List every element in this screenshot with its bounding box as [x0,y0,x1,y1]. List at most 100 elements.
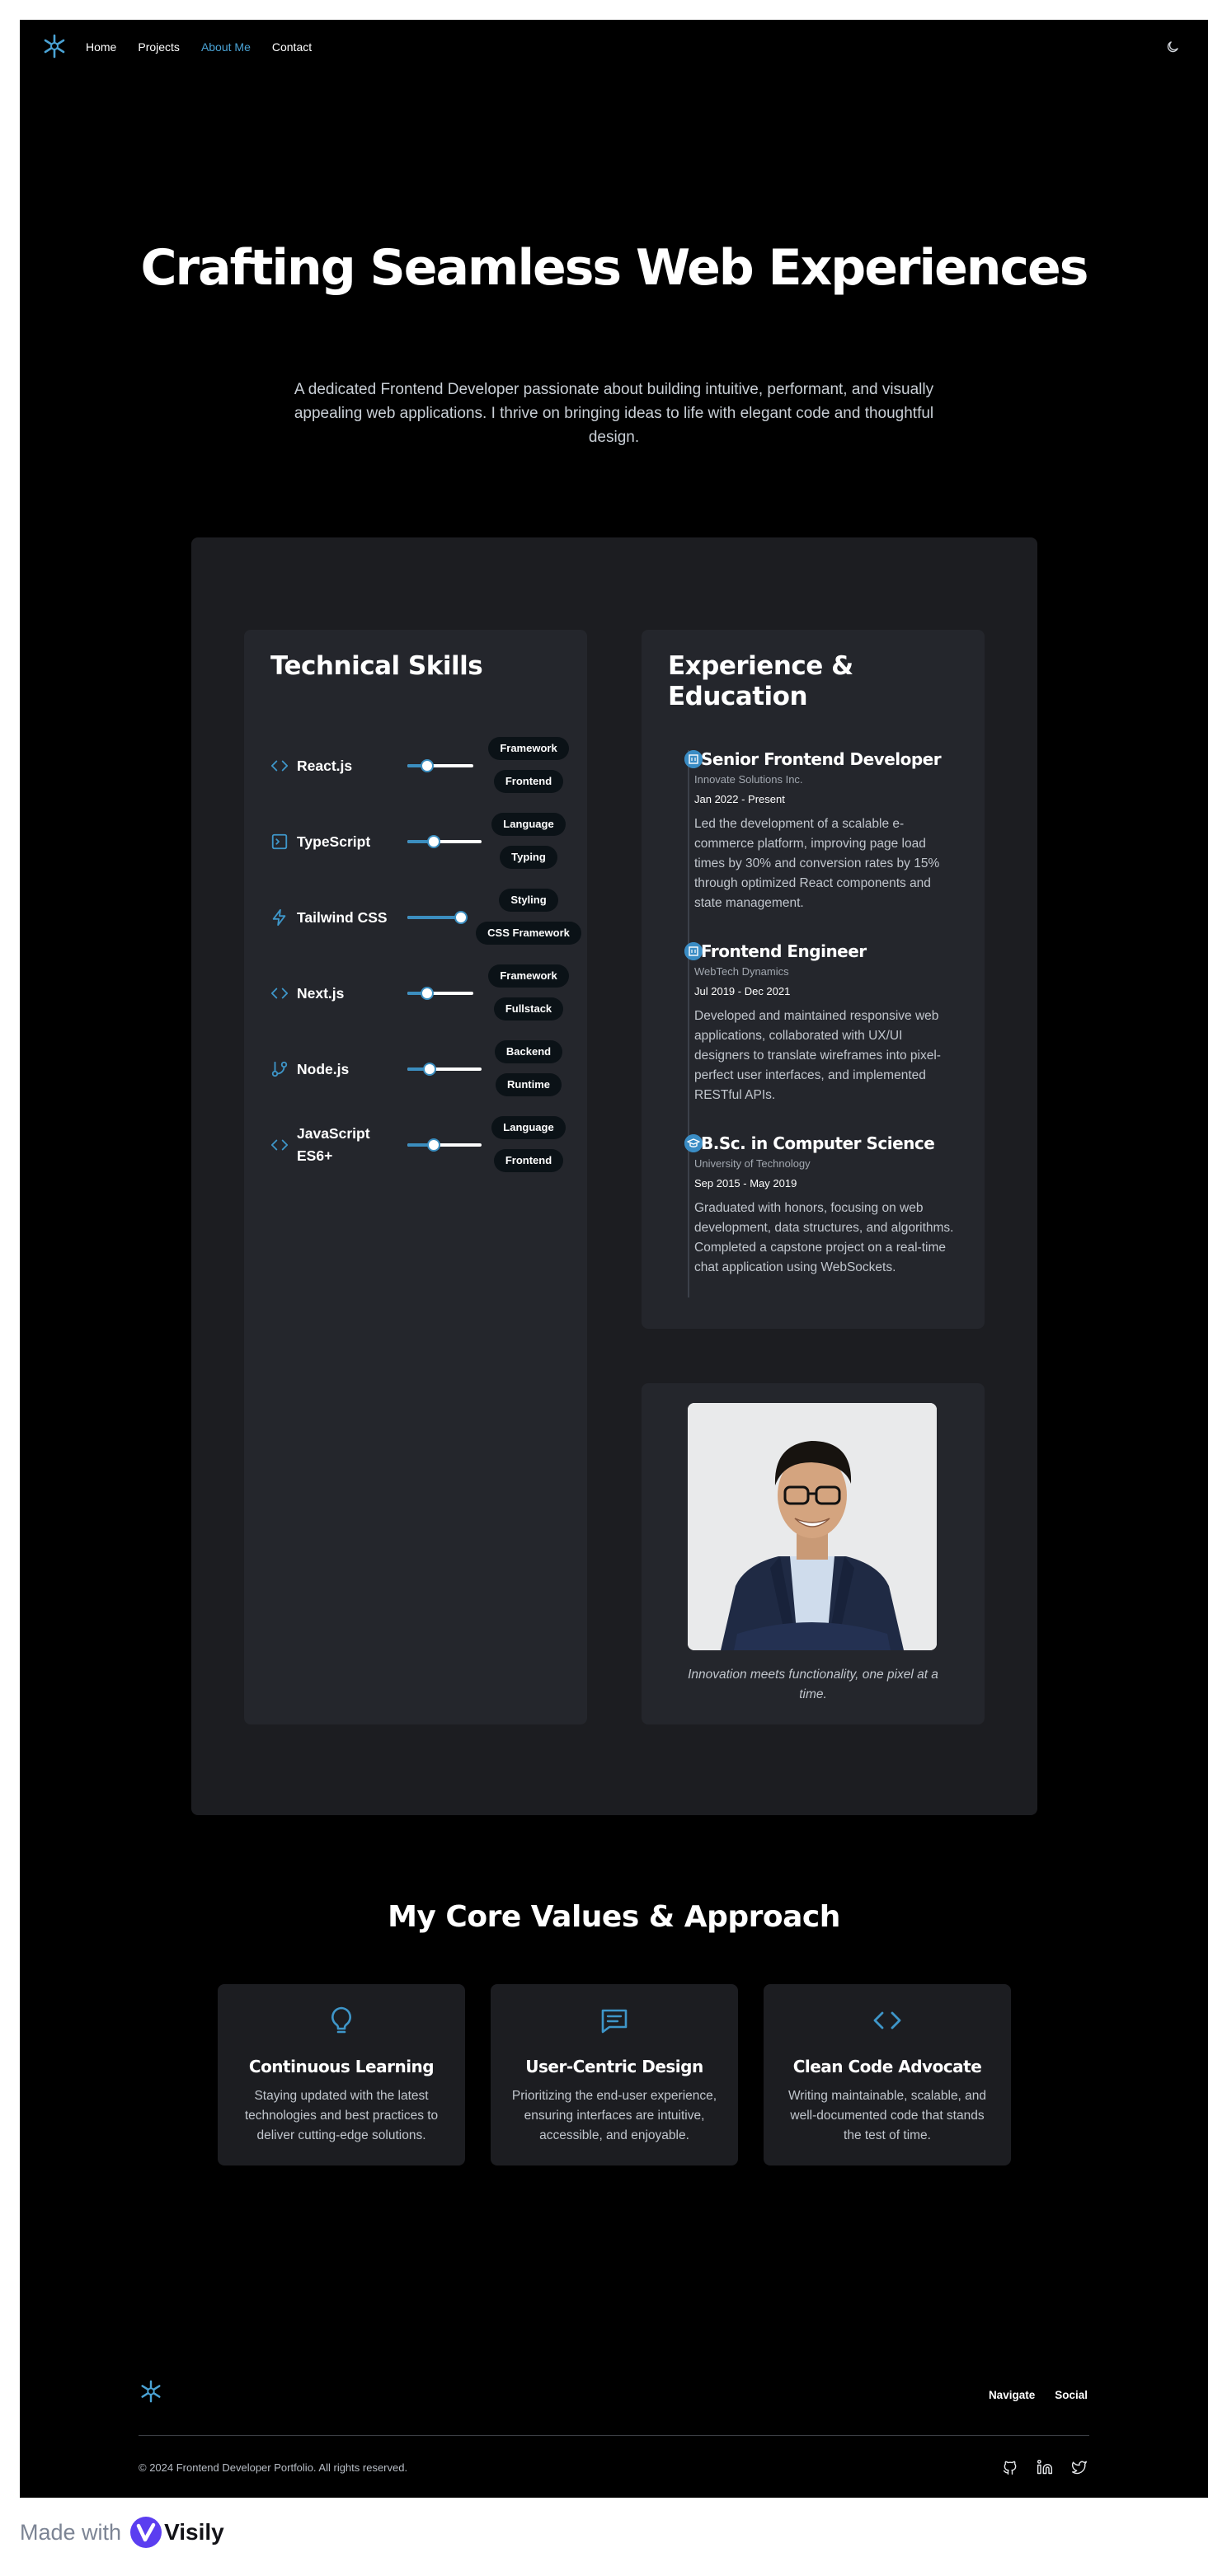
code-icon [873,2011,901,2029]
skill-row: TypeScript Language Typing [270,813,567,870]
values-title: My Core Values & Approach [388,1900,840,1934]
footer-link-navigate[interactable]: Navigate [989,2389,1035,2401]
made-with-badge[interactable]: Made with Visily [20,2516,224,2549]
top-nav: Home Projects About Me Contact [20,20,1208,74]
code-icon [270,757,289,775]
entry-title: Senior Frontend Developer [701,749,942,769]
footer-asterisk-logo-icon[interactable] [139,2379,163,2404]
building-icon [684,750,703,768]
lightbulb-icon [331,2006,351,2034]
profile-caption: Innovation meets functionality, one pixe… [688,1668,938,1701]
made-with-text: Made with [20,2519,122,2545]
slider-fill [407,916,461,919]
building-icon [684,942,703,960]
moon-icon[interactable] [1165,40,1180,54]
skill-tag: Frontend [493,1149,564,1172]
entry-description: Graduated with honors, focusing on web d… [694,1201,954,1274]
hero-subtitle: A dedicated Frontend Developer passionat… [294,381,934,446]
skill-level-slider[interactable] [407,1063,482,1076]
skill-name: TypeScript [297,833,371,850]
slider-knob[interactable] [426,1138,440,1152]
skill-tags: Backend Runtime [483,1040,574,1096]
entry-title: Frontend Engineer [701,941,867,961]
entry-date: Jan 2022 - Present [694,793,785,805]
terminal-icon [270,833,289,851]
timeline-line [688,750,689,1297]
visily-brand: Visily [164,2519,224,2545]
skill-tag: Fullstack [493,997,564,1021]
skill-name: Tailwind CSS [297,908,388,926]
footer-link-social[interactable]: Social [1055,2389,1088,2401]
slider-knob[interactable] [423,1063,436,1076]
skill-tag: Language [491,1116,566,1139]
code-icon [270,984,289,1002]
technical-skills-card: Technical Skills React.js Framework Fronte… [244,630,587,1724]
skill-level-slider[interactable] [407,911,468,924]
skill-tag: Backend [494,1040,563,1063]
value-description: Staying updated with the latest technolo… [244,2089,439,2142]
skill-tag: Styling [499,889,558,912]
skill-row: Tailwind CSS Styling CSS Framework [270,889,581,946]
slider-knob[interactable] [421,987,434,1000]
skill-level-slider[interactable] [407,1138,482,1152]
entry-organization: Innovate Solutions Inc. [694,773,803,786]
nav-link-home[interactable]: Home [86,40,116,54]
profile-photo [688,1403,937,1650]
entry-description: Developed and maintained responsive web … [694,1009,941,1102]
skill-level-slider[interactable] [407,835,482,848]
skill-tag: Framework [488,737,569,760]
slider-knob[interactable] [454,911,468,924]
visily-logo-icon [130,2517,162,2548]
skill-tag: Framework [488,964,569,988]
entry-title: B.Sc. in Computer Science [701,1133,935,1153]
nav-link-about-me[interactable]: About Me [201,40,251,54]
skill-level-slider[interactable] [407,987,473,1000]
nav-link-projects[interactable]: Projects [138,40,180,54]
profile-photo-card: Innovation meets functionality, one pixe… [642,1383,985,1724]
linkedin-icon[interactable] [1037,2459,1053,2475]
skill-row: Node.js Backend Runtime [270,1040,567,1098]
skill-name: Next.js [297,984,345,1002]
skill-level-slider[interactable] [407,759,473,772]
message-icon [601,2009,628,2034]
value-card-clean-code-advocate: Clean Code Advocate Writing maintainable… [764,1984,1011,2165]
entry-organization: University of Technology [694,1157,811,1170]
skill-name: Node.js [297,1060,350,1077]
slider-knob[interactable] [426,835,440,848]
skill-tag: Frontend [493,770,564,793]
skill-tags: Styling CSS Framework [476,889,581,945]
twitter-icon[interactable] [1071,2459,1088,2475]
entry-date: Sep 2015 - May 2019 [694,1177,797,1189]
experience-card: Experience & Education Senior Frontend D… [642,630,985,1329]
copyright-text: © 2024 Frontend Developer Portfolio. All… [139,2461,408,2474]
skill-tags: Framework Frontend [483,737,574,793]
skill-tag: Runtime [496,1073,562,1096]
slider-knob[interactable] [421,759,434,772]
skill-tags: Language Typing [483,813,574,869]
skill-tags: Language Frontend [483,1116,574,1172]
github-icon[interactable] [1002,2459,1018,2475]
entry-description: Led the development of a scalable e-comm… [694,817,940,910]
nav-links: Home Projects About Me Contact [86,40,312,54]
entry-date: Jul 2019 - Dec 2021 [694,985,791,997]
value-title: Continuous Learning [248,2057,435,2076]
skill-row: React.js Framework Frontend [270,737,569,795]
skills-title: Technical Skills [270,651,483,681]
footer-divider [139,2435,1089,2436]
asterisk-logo-icon[interactable] [41,33,68,59]
code-icon [270,1136,289,1154]
skill-tag: Language [491,813,566,836]
page-frame: Home Projects About Me Contact Crafting … [20,20,1208,2498]
skill-row: Next.js Framework Fullstack [270,964,569,1022]
value-card-continuous-learning: Continuous Learning Staying updated with… [218,1984,465,2165]
value-description: Prioritizing the end-user experience, en… [511,2089,717,2142]
lightning-icon [270,908,289,927]
skill-tag: CSS Framework [476,922,581,945]
skill-tags: Framework Fullstack [483,964,574,1021]
experience-title: Experience & Education [668,651,853,711]
nav-link-contact[interactable]: Contact [272,40,312,54]
value-description: Writing maintainable, scalable, and well… [787,2089,987,2142]
hero-title: Crafting Seamless Web Experiences [140,239,1089,297]
skill-name: React.js [297,757,353,774]
skill-row: JavaScript ES6+ Language Frontend [270,1116,567,1174]
